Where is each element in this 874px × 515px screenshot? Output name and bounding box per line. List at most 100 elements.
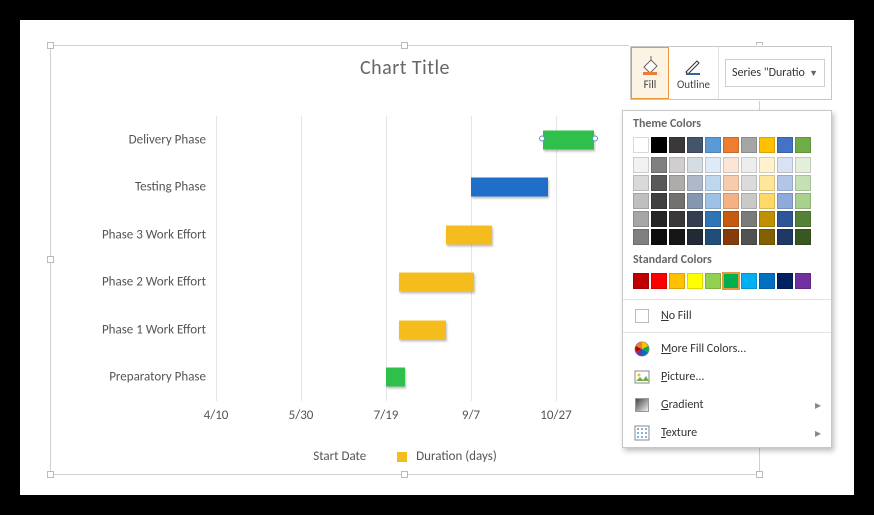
color-swatch[interactable] bbox=[687, 175, 703, 191]
color-swatch[interactable] bbox=[795, 193, 811, 209]
color-swatch[interactable] bbox=[669, 137, 685, 153]
color-swatch[interactable] bbox=[795, 137, 811, 153]
color-swatch[interactable] bbox=[633, 229, 649, 245]
y-axis-label: Delivery Phase bbox=[61, 132, 206, 147]
fill-button[interactable]: Fill bbox=[631, 47, 669, 99]
plot-area[interactable]: 4/105/307/199/710/27Delivery PhaseTestin… bbox=[216, 116, 641, 401]
legend[interactable]: Start Date Duration (days) bbox=[51, 449, 759, 464]
color-swatch[interactable] bbox=[669, 273, 685, 289]
color-swatch[interactable] bbox=[669, 193, 685, 209]
color-swatch[interactable] bbox=[759, 175, 775, 191]
color-swatch[interactable] bbox=[687, 157, 703, 173]
data-bar[interactable] bbox=[543, 130, 594, 149]
color-swatch[interactable] bbox=[795, 211, 811, 227]
color-swatch[interactable] bbox=[633, 137, 649, 153]
data-bar[interactable] bbox=[399, 320, 446, 339]
color-swatch[interactable] bbox=[687, 211, 703, 227]
picture-item[interactable]: Picture... bbox=[623, 363, 831, 391]
color-swatch[interactable] bbox=[705, 229, 721, 245]
color-swatch[interactable] bbox=[741, 273, 757, 289]
gridline bbox=[216, 116, 217, 401]
color-swatch[interactable] bbox=[795, 157, 811, 173]
color-swatch[interactable] bbox=[723, 157, 739, 173]
color-swatch[interactable] bbox=[705, 137, 721, 153]
color-swatch[interactable] bbox=[795, 229, 811, 245]
color-swatch[interactable] bbox=[741, 157, 757, 173]
bar-handle[interactable] bbox=[539, 136, 545, 142]
color-swatch[interactable] bbox=[741, 211, 757, 227]
color-swatch[interactable] bbox=[651, 137, 667, 153]
color-swatch[interactable] bbox=[723, 229, 739, 245]
color-swatch[interactable] bbox=[777, 157, 793, 173]
outline-button[interactable]: Outline bbox=[669, 47, 719, 99]
color-swatch[interactable] bbox=[633, 273, 649, 289]
color-swatch[interactable] bbox=[759, 211, 775, 227]
color-swatch[interactable] bbox=[687, 229, 703, 245]
texture-item[interactable]: Texture ▸ bbox=[623, 419, 831, 447]
color-swatch[interactable] bbox=[759, 193, 775, 209]
selection-handle[interactable] bbox=[47, 471, 54, 478]
color-swatch[interactable] bbox=[795, 273, 811, 289]
color-swatch[interactable] bbox=[651, 175, 667, 191]
data-bar[interactable] bbox=[399, 273, 474, 292]
color-swatch[interactable] bbox=[741, 175, 757, 191]
selection-handle[interactable] bbox=[47, 256, 54, 263]
color-swatch[interactable] bbox=[705, 273, 721, 289]
color-swatch[interactable] bbox=[687, 193, 703, 209]
selection-handle[interactable] bbox=[401, 471, 408, 478]
gradient-item[interactable]: Gradient ▸ bbox=[623, 391, 831, 419]
color-swatch[interactable] bbox=[687, 137, 703, 153]
color-swatch[interactable] bbox=[795, 175, 811, 191]
color-swatch[interactable] bbox=[759, 157, 775, 173]
selection-handle[interactable] bbox=[47, 42, 54, 49]
color-swatch[interactable] bbox=[723, 175, 739, 191]
color-swatch[interactable] bbox=[669, 175, 685, 191]
data-bar[interactable] bbox=[386, 368, 405, 387]
color-swatch[interactable] bbox=[633, 175, 649, 191]
selection-handle[interactable] bbox=[401, 42, 408, 49]
color-swatch[interactable] bbox=[777, 211, 793, 227]
color-swatch[interactable] bbox=[777, 175, 793, 191]
color-swatch[interactable] bbox=[759, 273, 775, 289]
no-fill-item[interactable]: No Fill bbox=[623, 302, 831, 330]
color-swatch[interactable] bbox=[723, 193, 739, 209]
color-swatch[interactable] bbox=[651, 273, 667, 289]
legend-item-duration[interactable]: Duration (days) bbox=[397, 449, 497, 464]
color-swatch[interactable] bbox=[777, 137, 793, 153]
color-swatch[interactable] bbox=[705, 157, 721, 173]
color-swatch[interactable] bbox=[669, 211, 685, 227]
color-swatch[interactable] bbox=[669, 157, 685, 173]
selection-handle[interactable] bbox=[756, 471, 763, 478]
color-swatch[interactable] bbox=[777, 193, 793, 209]
color-swatch[interactable] bbox=[687, 273, 703, 289]
color-swatch[interactable] bbox=[741, 137, 757, 153]
color-swatch[interactable] bbox=[651, 157, 667, 173]
color-swatch[interactable] bbox=[777, 273, 793, 289]
color-swatch[interactable] bbox=[723, 211, 739, 227]
color-swatch[interactable] bbox=[705, 211, 721, 227]
color-swatch[interactable] bbox=[741, 229, 757, 245]
color-swatch[interactable] bbox=[651, 211, 667, 227]
color-swatch[interactable] bbox=[651, 229, 667, 245]
data-bar[interactable] bbox=[446, 225, 493, 244]
bar-handle[interactable] bbox=[592, 136, 598, 142]
color-swatch[interactable] bbox=[651, 193, 667, 209]
chart-element-selector[interactable]: Series "Duratio ▼ bbox=[725, 59, 825, 87]
color-swatch[interactable] bbox=[633, 157, 649, 173]
x-axis-label: 4/10 bbox=[204, 408, 229, 423]
color-swatch[interactable] bbox=[723, 137, 739, 153]
color-swatch[interactable] bbox=[759, 137, 775, 153]
color-swatch[interactable] bbox=[633, 193, 649, 209]
color-swatch[interactable] bbox=[741, 193, 757, 209]
more-colors-item[interactable]: More Fill Colors... bbox=[623, 335, 831, 363]
color-swatch[interactable] bbox=[705, 175, 721, 191]
color-swatch[interactable] bbox=[705, 193, 721, 209]
color-swatch[interactable] bbox=[777, 229, 793, 245]
legend-item-start-date[interactable]: Start Date bbox=[313, 449, 366, 464]
color-swatch[interactable] bbox=[633, 211, 649, 227]
color-swatch[interactable] bbox=[669, 229, 685, 245]
color-swatch[interactable] bbox=[759, 229, 775, 245]
color-swatch[interactable] bbox=[723, 273, 739, 289]
data-bar[interactable] bbox=[471, 178, 548, 197]
y-axis-label: Testing Phase bbox=[61, 180, 206, 195]
